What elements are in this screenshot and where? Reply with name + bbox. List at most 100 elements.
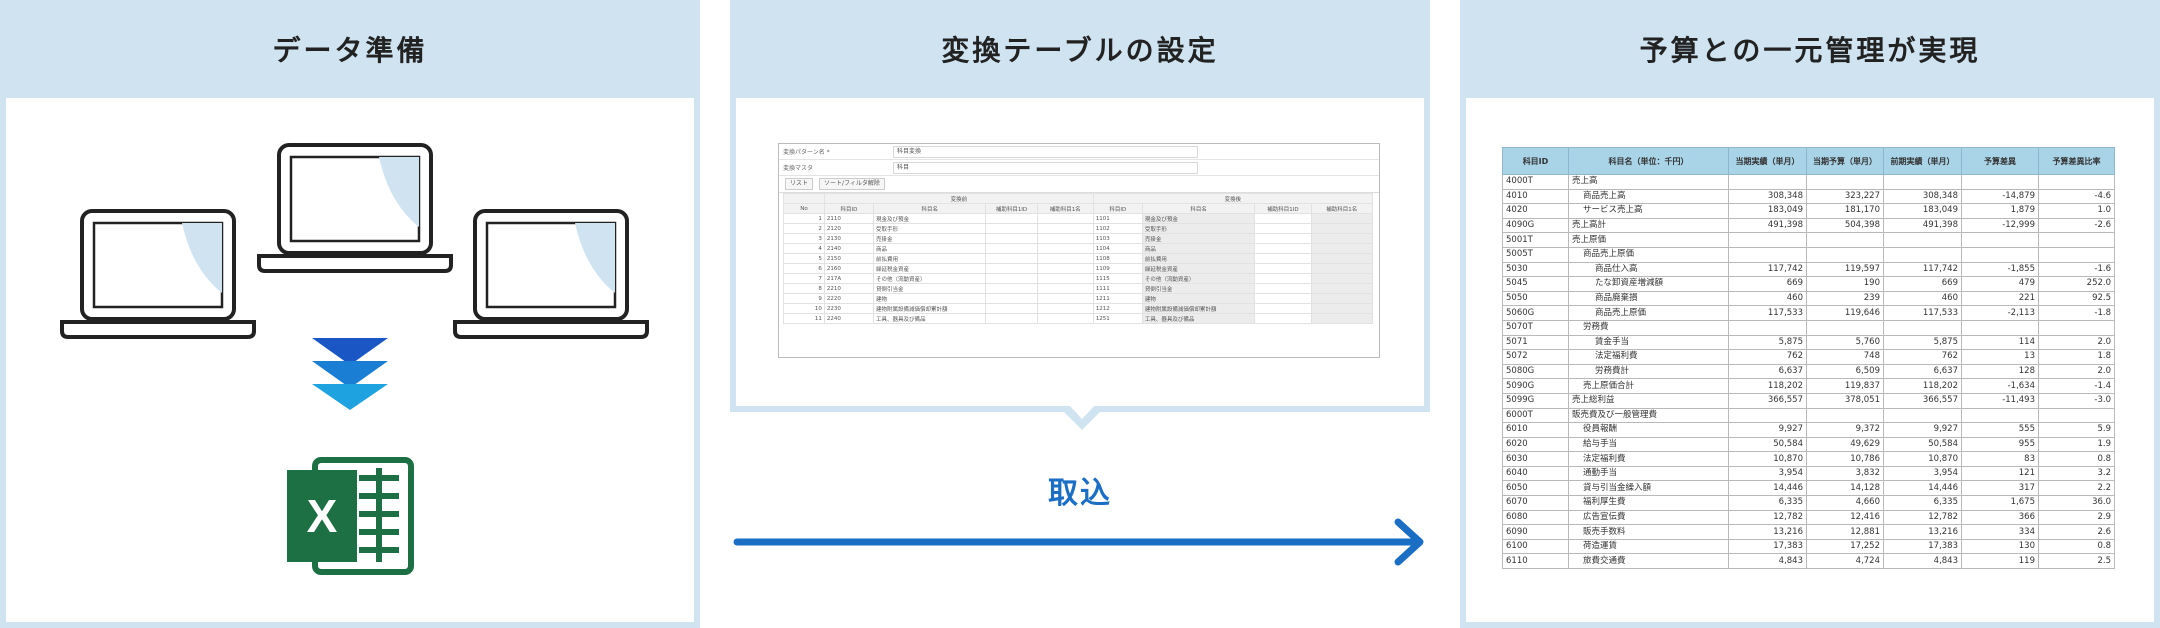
table-cell[interactable] [985, 283, 1038, 294]
table-cell[interactable] [1036, 213, 1094, 224]
table-cell[interactable] [1036, 253, 1094, 264]
tab-list[interactable]: リスト [785, 178, 814, 190]
table-cell[interactable]: 2130 [823, 233, 874, 244]
table-cell[interactable] [985, 253, 1038, 264]
table-cell[interactable]: 1111 [1092, 283, 1143, 294]
table-cell[interactable] [985, 243, 1038, 254]
table-cell[interactable]: 商品 [1141, 243, 1256, 254]
table-cell[interactable]: 売掛金 [1141, 233, 1256, 244]
table-cell[interactable]: 2220 [823, 293, 874, 304]
table-cell[interactable]: 8 [783, 283, 825, 294]
table-row[interactable]: 8 2210 貸倒引当金 1111 貸倒引当金 [783, 283, 1374, 294]
table-cell[interactable]: 3 [783, 233, 825, 244]
table-row[interactable]: 4 2140 商品 1104 商品 [783, 243, 1374, 254]
table-cell[interactable]: 工具、器具及び備品 [872, 313, 987, 324]
table-cell[interactable]: 2210 [823, 283, 874, 294]
table-cell[interactable] [1254, 223, 1312, 234]
mini-col-header[interactable]: 補助科目1ID [985, 203, 1038, 214]
table-cell[interactable] [985, 213, 1038, 224]
table-cell[interactable] [1036, 243, 1094, 254]
table-cell[interactable]: 前払費用 [872, 253, 987, 264]
table-cell[interactable]: 1103 [1092, 233, 1143, 244]
mini-col-header[interactable]: 補助科目1名 [1310, 203, 1374, 214]
table-cell[interactable] [985, 303, 1038, 314]
table-cell[interactable]: 建物 [872, 293, 987, 304]
table-cell[interactable] [1310, 263, 1374, 274]
table-cell[interactable]: 2120 [823, 223, 874, 234]
table-cell[interactable]: 2240 [823, 313, 874, 324]
table-cell[interactable] [1036, 303, 1094, 314]
table-row[interactable]: 7 217A その他（流動資産） 1115 その他（流動資産） [783, 273, 1374, 284]
table-row[interactable]: 11 2240 工具、器具及び備品 1251 工具、器具及び備品 [783, 313, 1374, 324]
table-row[interactable]: 10 2230 建物附属設備減価償却累計額 1212 建物附属設備減価償却累計額 [783, 303, 1374, 314]
table-cell[interactable] [1310, 213, 1374, 224]
table-row[interactable]: 3 2130 売掛金 1103 売掛金 [783, 233, 1374, 244]
table-row[interactable]: 6 2160 繰延税金資産 1109 繰延税金資産 [783, 263, 1374, 274]
table-cell[interactable]: 受取手形 [872, 223, 987, 234]
table-cell[interactable] [985, 233, 1038, 244]
table-cell[interactable]: 2 [783, 223, 825, 234]
mini-col-header[interactable]: 補助科目1ID [1254, 203, 1312, 214]
table-cell[interactable] [1036, 263, 1094, 274]
table-cell[interactable]: 工具、器具及び備品 [1141, 313, 1256, 324]
mini-col-header[interactable]: 科目名 [872, 203, 987, 214]
table-row[interactable]: 1 2110 現金及び預金 1101 現金及び預金 [783, 213, 1374, 224]
table-row[interactable]: 5 2150 前払費用 1108 前払費用 [783, 253, 1374, 264]
table-row[interactable]: 9 2220 建物 1211 建物 [783, 293, 1374, 304]
table-cell[interactable]: 2140 [823, 243, 874, 254]
mini-col-header[interactable]: 科目名 [1141, 203, 1256, 214]
table-cell[interactable] [1310, 283, 1374, 294]
table-cell[interactable] [985, 223, 1038, 234]
table-cell[interactable]: 2230 [823, 303, 874, 314]
table-cell[interactable]: 1211 [1092, 293, 1143, 304]
table-cell[interactable] [1310, 293, 1374, 304]
table-cell[interactable] [1310, 233, 1374, 244]
table-cell[interactable] [1254, 283, 1312, 294]
table-cell[interactable]: 4 [783, 243, 825, 254]
table-cell[interactable] [1310, 273, 1374, 284]
table-cell[interactable]: 商品 [872, 243, 987, 254]
table-cell[interactable]: 前払費用 [1141, 253, 1256, 264]
table-cell[interactable] [1036, 313, 1094, 324]
table-cell[interactable]: 受取手形 [1141, 223, 1256, 234]
table-cell[interactable] [1254, 273, 1312, 284]
table-cell[interactable]: 建物附属設備減価償却累計額 [1141, 303, 1256, 314]
table-cell[interactable]: その他（流動資産） [872, 273, 987, 284]
table-cell[interactable] [1310, 223, 1374, 234]
table-cell[interactable]: 現金及び預金 [872, 213, 987, 224]
pattern-input[interactable]: 科目変換 [893, 145, 1198, 158]
table-cell[interactable] [1254, 313, 1312, 324]
table-cell[interactable] [1036, 293, 1094, 304]
table-cell[interactable] [1036, 283, 1094, 294]
table-cell[interactable]: 6 [783, 263, 825, 274]
table-cell[interactable] [985, 263, 1038, 274]
table-cell[interactable]: 7 [783, 273, 825, 284]
table-cell[interactable] [1254, 243, 1312, 254]
table-cell[interactable]: 1101 [1092, 213, 1143, 224]
table-row[interactable]: 2 2120 受取手形 1102 受取手形 [783, 223, 1374, 234]
table-cell[interactable]: 2160 [823, 263, 874, 274]
table-cell[interactable]: 繰延税金資産 [872, 263, 987, 274]
table-cell[interactable] [1254, 263, 1312, 274]
table-cell[interactable] [1254, 213, 1312, 224]
table-cell[interactable] [1310, 243, 1374, 254]
table-cell[interactable]: 貸倒引当金 [872, 283, 987, 294]
table-cell[interactable]: 9 [783, 293, 825, 304]
table-cell[interactable]: 1115 [1092, 273, 1143, 284]
table-cell[interactable] [985, 293, 1038, 304]
table-cell[interactable]: 建物附属設備減価償却累計額 [872, 303, 987, 314]
table-cell[interactable]: 1104 [1092, 243, 1143, 254]
table-cell[interactable]: 1212 [1092, 303, 1143, 314]
table-cell[interactable]: 繰延税金資産 [1141, 263, 1256, 274]
table-cell[interactable] [1254, 303, 1312, 314]
table-cell[interactable] [1254, 293, 1312, 304]
table-cell[interactable]: 2110 [823, 213, 874, 224]
mini-col-header[interactable]: 科目ID [1092, 203, 1143, 214]
table-cell[interactable] [1036, 273, 1094, 284]
table-cell[interactable]: 1251 [1092, 313, 1143, 324]
table-cell[interactable] [1310, 313, 1374, 324]
table-cell[interactable] [985, 313, 1038, 324]
table-cell[interactable]: 1109 [1092, 263, 1143, 274]
table-cell[interactable]: 2150 [823, 253, 874, 264]
table-cell[interactable]: 現金及び預金 [1141, 213, 1256, 224]
